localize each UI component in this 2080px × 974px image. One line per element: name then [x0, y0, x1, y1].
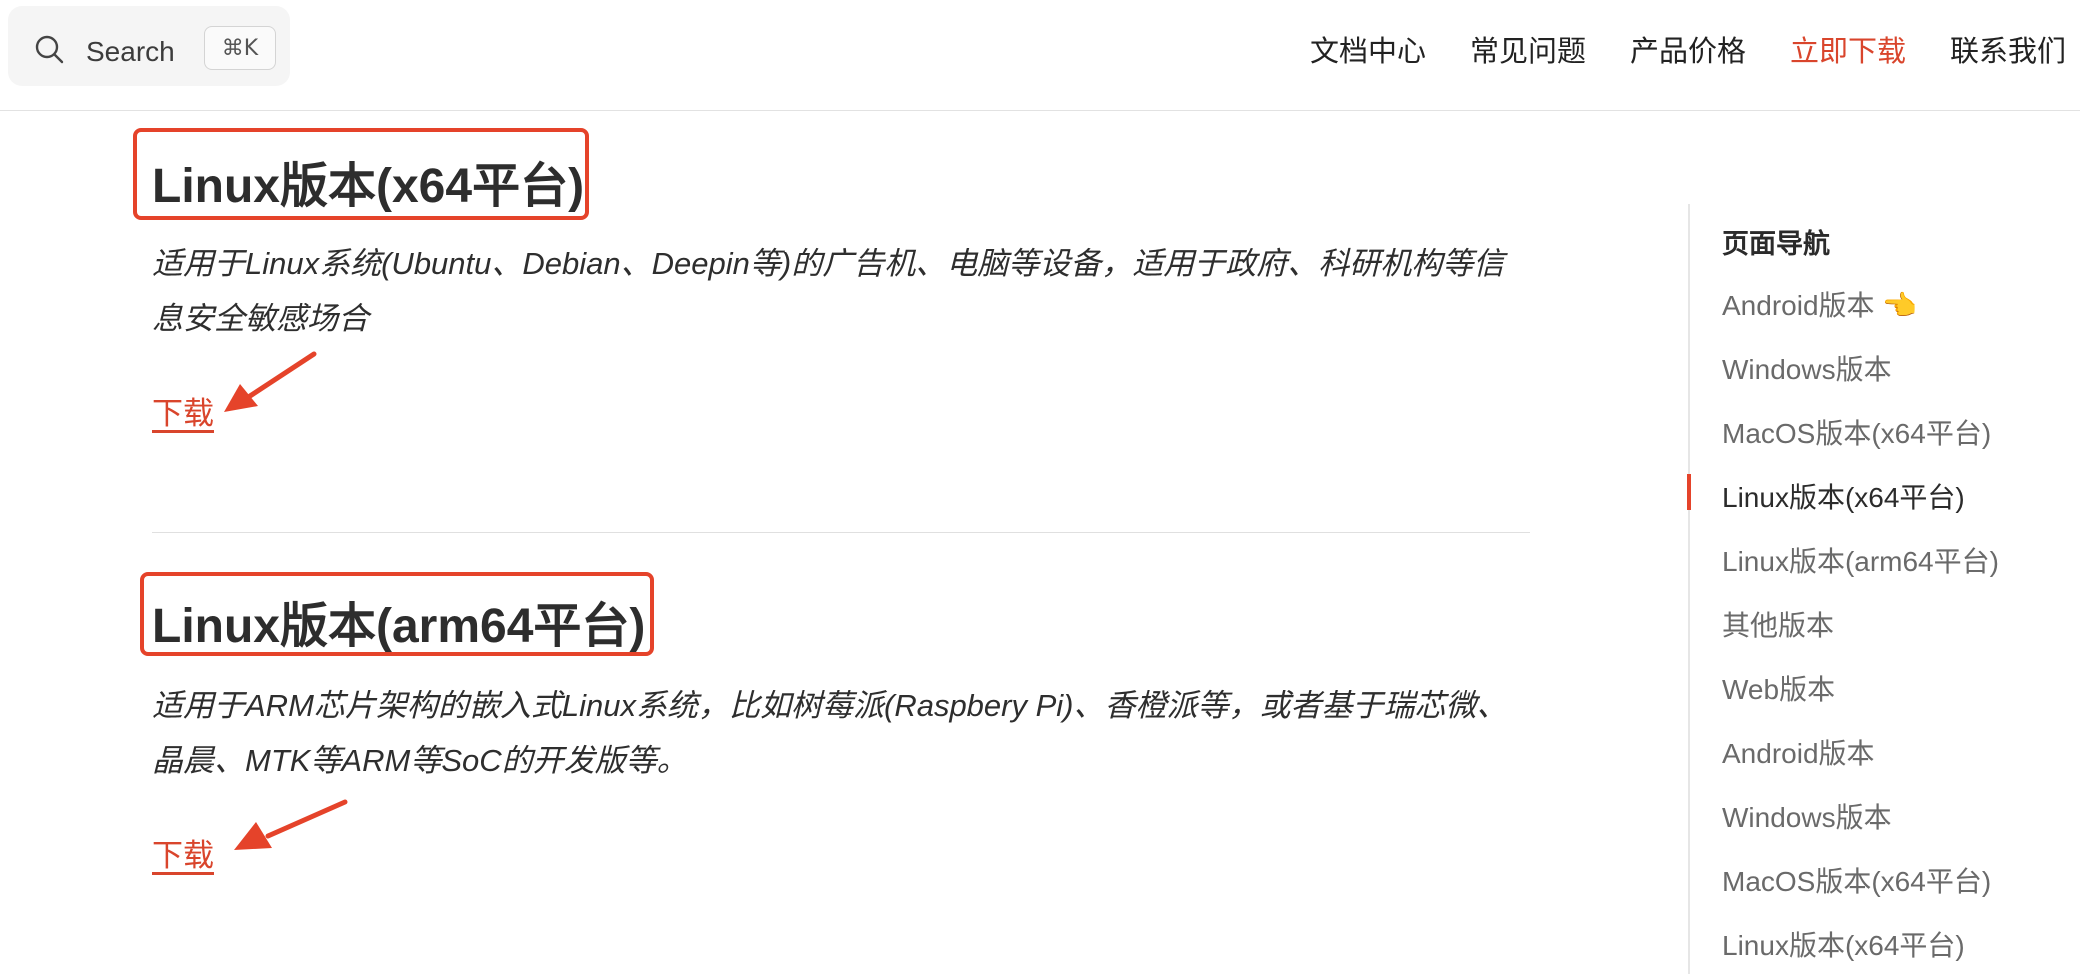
section-description: 适用于Linux系统(Ubuntu、Debian、Deepin等)的广告机、电脑… [152, 246, 1505, 336]
search-label: Search [86, 36, 175, 67]
nav-docs[interactable]: 文档中心 [1310, 28, 1426, 70]
toc-item[interactable]: Android版本 [1722, 732, 1875, 772]
annotation-arrow [224, 351, 317, 412]
nav-contact[interactable]: 联系我们 [1950, 28, 2066, 70]
section-title: Linux版本(arm64平台) [152, 600, 646, 653]
section-divider [152, 532, 1530, 533]
toc-item[interactable]: Linux版本(arm64平台) [1722, 540, 1999, 580]
toc-title: 页面导航 [1722, 229, 1830, 259]
top-navbar: Search ⌘K 文档中心 常见问题 产品价格 立即下载 联系我们 [0, 0, 2080, 111]
toc-item[interactable]: MacOS版本(x64平台) [1722, 860, 1991, 900]
annotation-arrow [234, 799, 348, 850]
section-description: 适用于ARM芯片架构的嵌入式Linux系统，比如树莓派(Raspbery Pi)… [152, 688, 1508, 778]
download-link[interactable]: 下载 [152, 830, 214, 875]
search-shortcut: ⌘K [204, 26, 276, 70]
toc-item[interactable]: MacOS版本(x64平台) [1722, 412, 1991, 452]
nav-pricing[interactable]: 产品价格 [1630, 28, 1746, 70]
toc-item[interactable]: Linux版本(x64平台) [1722, 924, 1965, 964]
toc-active-marker [1687, 474, 1691, 510]
toc-item-current[interactable]: Linux版本(x64平台) [1722, 476, 1965, 516]
toc-track [1688, 204, 1690, 974]
toc-item[interactable]: Windows版本 [1722, 348, 1892, 388]
search-icon [35, 35, 64, 64]
download-link[interactable]: 下载 [152, 388, 214, 433]
toc-item[interactable]: Windows版本 [1722, 796, 1892, 836]
nav-download[interactable]: 立即下载 [1790, 28, 1906, 70]
search-button[interactable]: Search ⌘K [8, 6, 290, 86]
toc-item[interactable]: 其他版本 [1722, 604, 1834, 644]
nav-faq[interactable]: 常见问题 [1470, 28, 1586, 70]
toc-item[interactable]: Android版本 👈 [1722, 284, 1917, 324]
section-title: Linux版本(x64平台) [152, 160, 585, 213]
toc-item[interactable]: Web版本 [1722, 668, 1835, 708]
